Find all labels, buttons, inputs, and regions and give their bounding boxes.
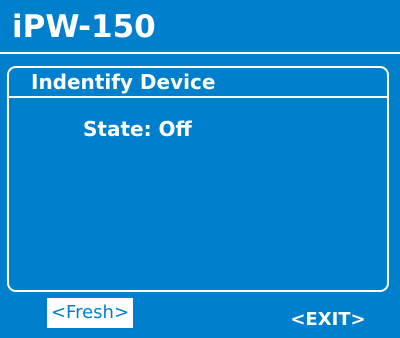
- panel-title: Indentify Device: [31, 70, 216, 94]
- identify-device-panel: Indentify Device State: Off: [7, 66, 389, 292]
- title-divider: [0, 52, 400, 54]
- device-title: iPW-150: [12, 9, 156, 45]
- exit-button[interactable]: <EXIT>: [284, 305, 372, 335]
- state-readout: State: Off: [83, 117, 192, 141]
- fresh-button[interactable]: <Fresh>: [47, 298, 133, 328]
- panel-header: Indentify Device: [9, 68, 387, 98]
